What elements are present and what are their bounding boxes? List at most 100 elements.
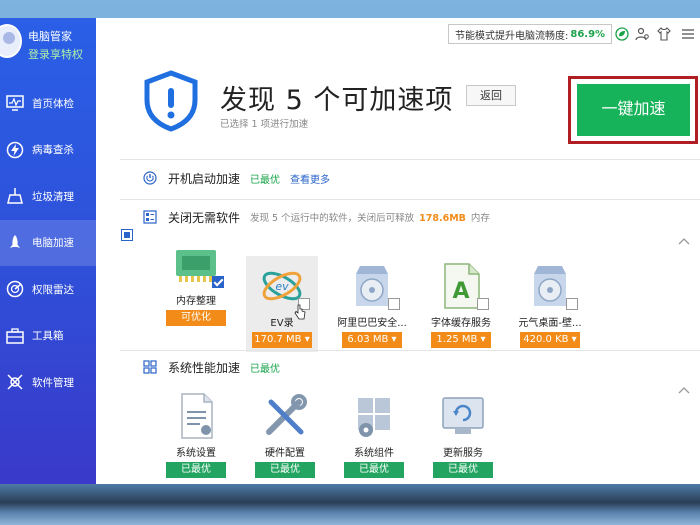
title-bar: 节能模式提升电脑流畅度: 86.9% [96,18,700,50]
tile-checkbox[interactable] [477,298,489,310]
tile-ev-recorder[interactable]: ev EV录 170.7 MB ▾ [246,256,318,352]
back-button[interactable]: 返回 [466,85,516,106]
document-icon [172,392,220,440]
sidebar-nav: 首页体检 病毒查杀 垃圾清理 电脑加速 权限雷达 工具箱 软件管理 [0,80,96,406]
sidebar: 电脑管家 登录享特权 首页体检 病毒查杀 垃圾清理 电脑加速 权限雷达 工具箱 … [0,18,96,484]
user-gear-icon[interactable] [634,26,650,42]
rocket-icon [4,232,26,254]
gear-cross-icon [4,371,26,393]
tile-size-dropdown[interactable]: 1.25 MB ▾ [431,332,491,348]
tools-icon [261,392,309,440]
tile-system-components[interactable]: 系统组件 已最优 [338,392,410,478]
tile-label: 硬件配置 [265,448,305,459]
skin-shirt-icon[interactable] [656,26,672,42]
tile-checkbox[interactable] [388,298,400,310]
collapse-chevron-icon[interactable] [678,379,690,394]
tile-badge: 已最优 [255,462,315,478]
tile-label: 阿里巴巴安全... [337,318,407,329]
tile-label: EV录 [270,318,294,329]
grid-icon [142,359,158,375]
power-icon [142,170,158,186]
menu-icon[interactable] [680,26,696,42]
tile-badge: 已最优 [166,462,226,478]
login-link[interactable]: 登录享特权 [28,46,83,62]
window-list-icon [142,209,158,225]
sidebar-item-label: 权限雷达 [32,283,74,296]
sidebar-item-radar[interactable]: 权限雷达 [0,266,96,313]
tile-update-service[interactable]: 更新服务 已最优 [427,392,499,478]
app-window: 电脑管家 登录享特权 首页体检 病毒查杀 垃圾清理 电脑加速 权限雷达 工具箱 … [0,18,700,484]
energy-value: 86.9% [570,28,606,40]
leaf-icon[interactable] [614,26,630,42]
section-close-software: 关闭无需软件 发现 5 个运行中的软件，关闭后可释放 178.6MB 内存 [142,207,490,227]
lightning-icon [4,139,26,161]
profile-name: 电脑管家 [28,30,72,43]
startup-status: 已最优 [250,174,281,186]
tile-label: 系统组件 [354,448,394,459]
tile-label: 内存整理 [176,296,216,307]
radar-icon [4,278,26,300]
energy-label: 节能模式提升电脑流畅度: [455,30,569,42]
desktop-landscape [0,484,700,525]
sidebar-item-label: 软件管理 [32,376,74,389]
tile-label: 更新服务 [443,448,483,459]
sidebar-item-label: 首页体检 [32,97,74,110]
page-title: 发现 5 个可加速项 [220,85,454,116]
shield-alert-icon [143,70,199,132]
sidebar-item-virus[interactable]: 病毒查杀 [0,127,96,174]
tile-badge: 已最优 [344,462,404,478]
windows-gear-icon [350,392,398,440]
broom-icon [4,185,26,207]
tile-label: 元气桌面-壁... [518,318,582,329]
tile-badge: 已最优 [433,462,493,478]
tile-size-dropdown[interactable]: 420.0 KB ▾ [520,332,580,348]
sidebar-item-label: 病毒查杀 [32,144,74,157]
sidebar-item-label: 电脑加速 [32,237,74,250]
update-icon [439,392,487,440]
sidebar-item-cleanup[interactable]: 垃圾清理 [0,173,96,220]
disc-box-icon [526,262,578,310]
section-startup: 开机启动加速 已最优 查看更多 [142,168,330,188]
collapse-chevron-icon[interactable] [678,230,690,245]
close-software-checkbox[interactable] [121,229,133,241]
monitor-icon [4,92,26,114]
tile-hardware-config[interactable]: 硬件配置 已最优 [249,392,321,478]
sidebar-item-speedup[interactable]: 电脑加速 [0,219,96,266]
tile-size-dropdown[interactable]: 6.03 MB ▾ [342,332,402,348]
divider [120,199,700,200]
toolbox-icon [4,325,26,347]
tile-size-dropdown[interactable]: 170.7 MB ▾ [252,332,312,348]
see-more-link[interactable]: 查看更多 [290,171,330,186]
tile-checkbox[interactable] [566,298,578,310]
selected-count-note: 已选择 1 项进行加速 [220,119,309,130]
section-close-software-title: 关闭无需软件 [168,210,241,225]
avatar[interactable] [0,24,22,58]
tile-badge[interactable]: 可优化 [166,310,226,326]
one-click-speedup-button[interactable]: 一键加速 [577,84,690,136]
tile-system-settings[interactable]: 系统设置 已最优 [160,392,232,478]
sidebar-item-toolbox[interactable]: 工具箱 [0,313,96,360]
close-software-desc: 发现 5 个运行中的软件，关闭后可释放 178.6MB 内存 [250,213,490,224]
divider [120,159,700,160]
hand-cursor-icon [294,304,306,320]
memory-chip-icon [172,240,224,288]
tile-checkbox[interactable] [212,276,224,288]
tile-yuanqi-desktop[interactable]: 元气桌面-壁... 420.0 KB ▾ [514,262,586,348]
profile[interactable]: 电脑管家 登录享特权 [0,18,96,78]
energy-mode-indicator[interactable]: 节能模式提升电脑流畅度: 86.9% [448,24,613,44]
tile-alibaba-security[interactable]: 阿里巴巴安全... 6.03 MB ▾ [336,262,408,348]
sidebar-item-checkup[interactable]: 首页体检 [0,80,96,127]
disc-box-icon [348,262,400,310]
tile-font-cache[interactable]: A 字体缓存服务 1.25 MB ▾ [425,262,497,348]
tile-label: 系统设置 [176,448,216,459]
system-status: 已最优 [250,363,281,375]
tile-memory[interactable]: 内存整理 可优化 [160,240,232,326]
divider [120,350,700,351]
sidebar-item-software[interactable]: 软件管理 [0,359,96,406]
section-system-title: 系统性能加速 [168,360,241,375]
svg-text:ev: ev [275,280,289,293]
ev-recorder-icon: ev [258,262,310,310]
sidebar-item-label: 垃圾清理 [32,190,74,203]
release-size: 178.6MB [419,213,466,224]
font-cache-icon: A [437,262,489,310]
